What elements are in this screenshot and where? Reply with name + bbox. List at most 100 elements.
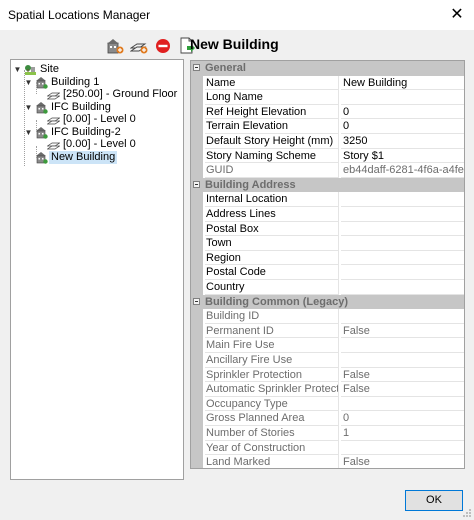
property-value: False: [341, 382, 464, 397]
expand-chevron-icon[interactable]: ▼: [24, 76, 33, 89]
property-row[interactable]: Year of Construction: [191, 440, 464, 456]
property-row[interactable]: Permanent ID False: [191, 323, 464, 339]
tree-connector: [36, 146, 37, 158]
row-gutter: [191, 338, 203, 353]
resize-grip-icon[interactable]: [462, 508, 472, 518]
delete-icon[interactable]: [154, 37, 172, 55]
property-row[interactable]: Building ID: [191, 309, 464, 324]
property-value: 0: [341, 411, 464, 426]
tree-item-label: New Building: [49, 150, 118, 164]
property-name: Land Marked: [205, 455, 339, 468]
property-value: eb44daff-6281-4f6a-a4fe-0001: [341, 164, 464, 178]
collapse-toggle-icon[interactable]: [193, 297, 200, 305]
row-gutter: [191, 323, 203, 339]
property-value[interactable]: [341, 251, 464, 266]
property-row[interactable]: Address Lines: [191, 207, 464, 222]
category-label: Building Address: [205, 178, 296, 191]
tree-item-label: [0.00] - Level 0: [63, 138, 136, 150]
tree-item-label: IFC Building: [51, 100, 111, 113]
tree-connector: [36, 120, 37, 132]
property-category[interactable]: Building Common (Legacy): [191, 294, 464, 310]
property-value[interactable]: [341, 192, 464, 207]
property-name: Sprinkler Protection: [205, 367, 339, 383]
property-row[interactable]: Sprinkler Protection False: [191, 367, 464, 383]
property-row[interactable]: Story Naming Scheme Story $1: [191, 148, 464, 164]
category-label: Building Common (Legacy): [205, 295, 348, 308]
tree-connector: [36, 82, 37, 94]
property-value[interactable]: [341, 280, 464, 295]
row-gutter: [191, 104, 203, 120]
property-row[interactable]: Country: [191, 280, 464, 295]
spatial-tree[interactable]: ▼ Site ▼ Building 1 [250.00] - Ground Floor ▼…: [10, 59, 184, 480]
property-name: Postal Code: [205, 265, 339, 280]
property-row[interactable]: Ref Height Elevation 0: [191, 104, 464, 120]
expand-chevron-icon[interactable]: ▼: [13, 63, 22, 76]
row-gutter: [191, 250, 203, 266]
property-row[interactable]: Long Name: [191, 90, 464, 105]
tree-item-label: IFC Building-2: [51, 125, 121, 138]
property-row[interactable]: Town: [191, 236, 464, 251]
row-gutter: [191, 236, 203, 251]
property-name: Default Story Height (mm): [205, 134, 339, 149]
tree-item-label: [0.00] - Level 0: [63, 113, 136, 125]
property-row[interactable]: Gross Planned Area 0: [191, 411, 464, 426]
property-name: Address Lines: [205, 207, 339, 222]
property-name: Internal Location: [205, 192, 339, 207]
property-row[interactable]: Internal Location: [191, 192, 464, 207]
property-value[interactable]: 0: [341, 119, 464, 134]
property-value[interactable]: 0: [341, 105, 464, 120]
property-row[interactable]: Occupancy Type: [191, 396, 464, 412]
property-category[interactable]: General: [191, 61, 464, 76]
add-storey-icon[interactable]: [129, 37, 148, 55]
row-gutter: [191, 309, 203, 324]
expand-chevron-icon[interactable]: ▼: [24, 126, 33, 139]
property-row[interactable]: Land Marked False: [191, 455, 464, 468]
property-row[interactable]: Default Story Height (mm) 3250: [191, 134, 464, 149]
collapse-toggle-icon[interactable]: [193, 180, 200, 188]
close-icon[interactable]: ✕: [446, 4, 468, 26]
row-gutter: [191, 455, 203, 468]
ok-button[interactable]: OK: [405, 490, 463, 511]
property-value[interactable]: [341, 236, 464, 251]
property-row[interactable]: Ancillary Fire Use: [191, 353, 464, 368]
property-row[interactable]: Postal Box: [191, 221, 464, 237]
property-name: Gross Planned Area: [205, 411, 339, 426]
property-value[interactable]: [341, 265, 464, 280]
property-value[interactable]: 3250: [341, 134, 464, 149]
page-title: New Building: [190, 36, 279, 52]
property-row[interactable]: Number of Stories 1: [191, 426, 464, 441]
row-gutter: [191, 382, 203, 397]
property-value: False: [341, 455, 464, 468]
row-gutter: [191, 192, 203, 207]
property-category[interactable]: Building Address: [191, 177, 464, 193]
property-row[interactable]: Region: [191, 250, 464, 266]
property-value[interactable]: Story $1: [341, 149, 464, 164]
property-value: [341, 441, 464, 456]
property-name: Story Naming Scheme: [205, 148, 339, 164]
tree-item-label: [250.00] - Ground Floor: [63, 88, 178, 100]
add-building-icon[interactable]: [106, 37, 124, 55]
property-row[interactable]: Automatic Sprinkler ProtectionFalse: [191, 382, 464, 397]
property-value[interactable]: New Building: [341, 76, 464, 91]
property-grid[interactable]: General Name New Building Long Name Ref Heig…: [190, 60, 465, 469]
property-value: False: [341, 368, 464, 383]
property-name: Ref Height Elevation: [205, 104, 339, 120]
row-gutter: [191, 265, 203, 280]
building-icon: [35, 101, 48, 114]
property-value[interactable]: [341, 222, 464, 237]
row-gutter: [191, 75, 203, 91]
property-value[interactable]: [341, 90, 464, 105]
collapse-toggle-icon[interactable]: [193, 64, 200, 71]
toolbar: [106, 37, 199, 55]
expand-chevron-icon[interactable]: ▼: [24, 101, 33, 114]
site-icon: [24, 63, 37, 76]
property-name: Building ID: [205, 309, 339, 324]
property-row[interactable]: Name New Building: [191, 75, 464, 91]
property-row[interactable]: GUIDeb44daff-6281-4f6a-a4fe-0001: [191, 163, 464, 178]
property-value: 1: [341, 426, 464, 441]
property-row[interactable]: Main Fire Use: [191, 338, 464, 353]
property-row[interactable]: Terrain Elevation 0: [191, 119, 464, 134]
property-value[interactable]: [341, 207, 464, 222]
property-row[interactable]: Postal Code: [191, 265, 464, 280]
row-gutter: [191, 396, 203, 412]
